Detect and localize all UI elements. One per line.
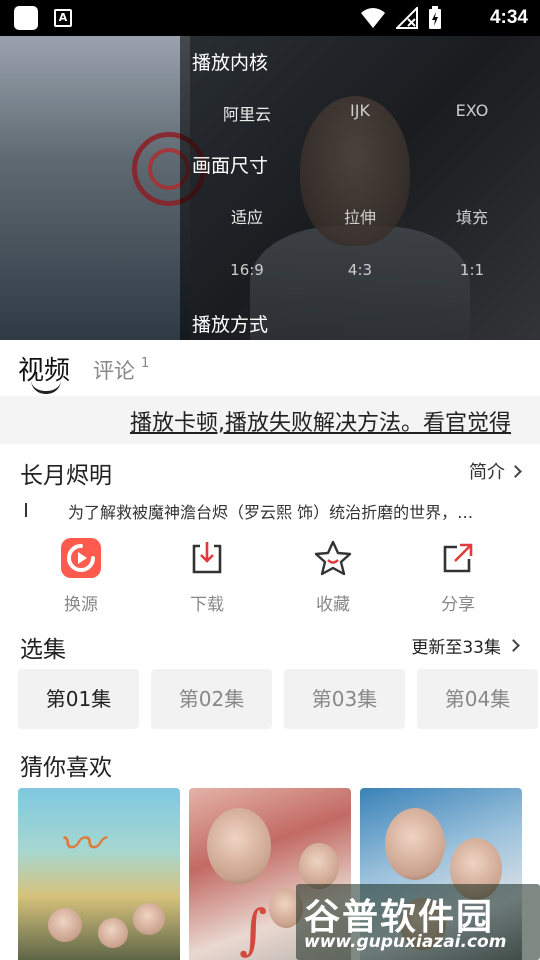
poster-art: 〰 xyxy=(58,819,102,870)
core-option-exo[interactable]: EXO xyxy=(417,101,527,120)
episode-item-selected[interactable]: 第01集 xyxy=(18,669,139,729)
accessibility-a-icon: A xyxy=(54,9,72,27)
status-bar: A 4:34 xyxy=(0,0,540,36)
tab-active-indicator xyxy=(31,380,61,394)
episode-item[interactable]: 第02集 xyxy=(151,669,272,729)
description-marker xyxy=(25,503,27,517)
download-icon xyxy=(185,536,229,580)
size-title: 画面尺寸 xyxy=(192,155,269,177)
tab-comment[interactable]: 评论 xyxy=(93,355,135,385)
chevron-right-icon xyxy=(509,464,522,478)
mode-title: 播放方式 xyxy=(192,314,269,336)
poster-art: ∫ xyxy=(239,898,268,960)
size-option-4-3[interactable]: 4:3 xyxy=(305,261,415,279)
star-icon xyxy=(311,536,355,580)
detail-tabs: 视频 评论 1 xyxy=(0,340,540,396)
recommend-poster[interactable]: 〰 xyxy=(18,788,180,960)
episodes-title: 选集 xyxy=(20,637,66,663)
switch-source-button[interactable]: 换源 xyxy=(36,536,126,615)
status-icons xyxy=(360,6,442,30)
episodes-more-link[interactable]: 更新至33集 xyxy=(411,633,520,658)
size-option-1-1[interactable]: 1:1 xyxy=(417,261,527,279)
show-title: 长月烬明 xyxy=(20,463,112,489)
poster-face xyxy=(385,808,445,880)
poster-face xyxy=(48,908,82,942)
size-option-fit[interactable]: 适应 xyxy=(192,204,302,228)
poster-face xyxy=(133,903,165,935)
battery-charging-icon xyxy=(429,6,441,29)
no-signal-icon xyxy=(396,7,418,29)
intro-link[interactable]: 简介 xyxy=(469,458,522,484)
episodes-update-text: 更新至33集 xyxy=(411,638,501,658)
share-button[interactable]: 分享 xyxy=(413,536,503,615)
core-option-aliyun[interactable]: 阿里云 xyxy=(192,101,302,125)
notice-marquee[interactable]: 播放卡顿,播放失败解决方法。看官觉得 xyxy=(0,396,540,444)
poster-face xyxy=(207,808,271,884)
favorite-button[interactable]: 收藏 xyxy=(288,536,378,615)
comment-count-badge: 1 xyxy=(141,356,150,371)
favorite-label: 收藏 xyxy=(316,595,350,615)
episode-item[interactable]: 第04集 xyxy=(417,669,538,729)
switch-source-icon xyxy=(59,536,103,580)
size-option-16-9[interactable]: 16:9 xyxy=(192,261,302,279)
size-option-fill[interactable]: 填充 xyxy=(417,204,527,228)
share-icon xyxy=(436,536,480,580)
poster-face xyxy=(98,918,128,948)
core-title: 播放内核 xyxy=(192,52,269,74)
show-description: 为了解救被魔神澹台烬（罗云熙 饰）统治折磨的世界，… xyxy=(68,503,474,522)
notification-app-icon xyxy=(14,6,38,30)
watermark-url: www.gupuxiazai.com xyxy=(304,932,507,952)
download-label: 下载 xyxy=(190,595,224,615)
share-label: 分享 xyxy=(441,595,475,615)
download-button[interactable]: 下载 xyxy=(162,536,252,615)
switch-source-label: 换源 xyxy=(64,595,98,615)
chevron-right-icon xyxy=(507,639,520,652)
size-option-stretch[interactable]: 拉伸 xyxy=(305,204,415,228)
clock: 4:34 xyxy=(489,7,528,28)
video-player[interactable]: 播放内核 阿里云 IJK EXO 画面尺寸 适应 拉伸 填充 16:9 4:3 … xyxy=(0,36,540,340)
poster-face xyxy=(299,843,339,889)
intro-label: 简介 xyxy=(469,462,505,483)
notice-text[interactable]: 播放卡顿,播放失败解决方法。看官觉得 xyxy=(130,405,511,437)
wifi-icon xyxy=(361,8,385,28)
site-watermark: 谷普软件园 www.gupuxiazai.com xyxy=(296,884,540,960)
player-settings-panel: 播放内核 阿里云 IJK EXO 画面尺寸 适应 拉伸 填充 16:9 4:3 … xyxy=(180,36,540,340)
core-option-ijk[interactable]: IJK xyxy=(305,101,415,120)
action-row: 换源 下载 收藏 分享 xyxy=(0,536,540,616)
recommend-title: 猜你喜欢 xyxy=(20,755,112,781)
episode-item[interactable]: 第03集 xyxy=(284,669,405,729)
